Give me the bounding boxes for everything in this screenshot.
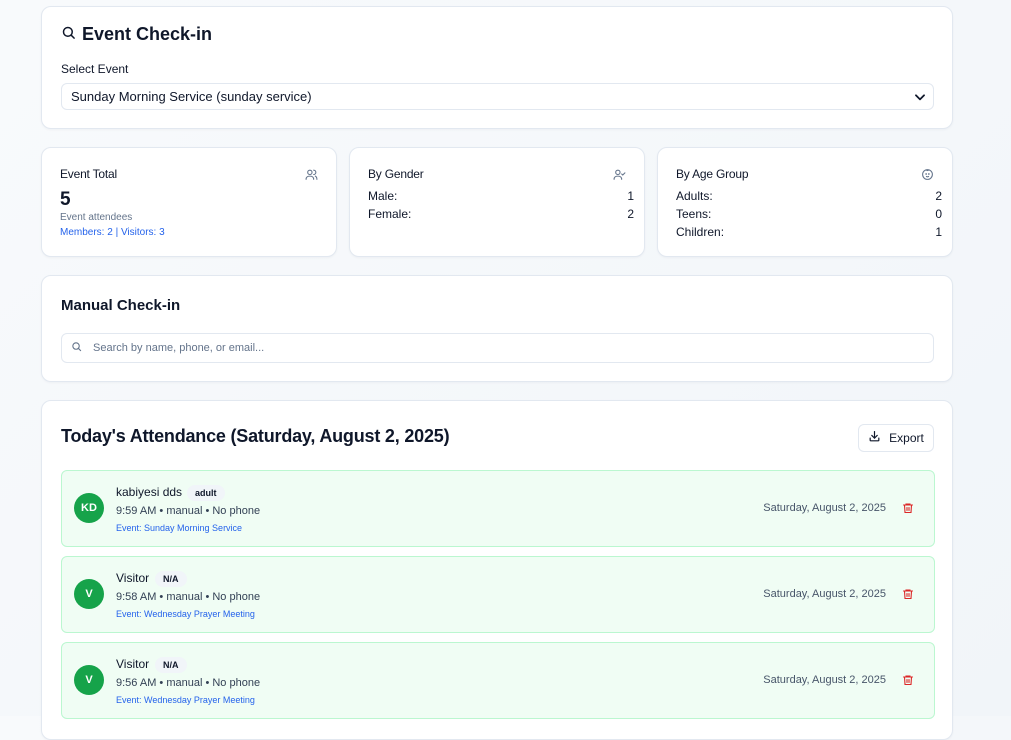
gender-value: 1 [627, 189, 634, 203]
avatar: V [74, 579, 104, 609]
attendee-event: Event: Wednesday Prayer Meeting [116, 609, 255, 619]
gender-value: 2 [627, 207, 634, 221]
avatar: KD [74, 493, 104, 523]
event-checkin-header: Event Check-in [61, 24, 212, 45]
user-check-icon [613, 168, 626, 186]
attendee-event: Event: Sunday Morning Service [116, 523, 243, 533]
gender-row-male: Male: 1 [368, 189, 634, 203]
manual-checkin-title: Manual Check-in [61, 297, 181, 314]
attendance-row: V Visitor N/A 9:56 AM • manual • No phon… [61, 642, 935, 719]
gender-row-female: Female: 2 [368, 207, 634, 221]
attendance-title: Today's Attendance (Saturday, August 2, … [61, 426, 450, 446]
age-badge: N/A [155, 657, 187, 673]
age-row-adults: Adults: 2 [676, 189, 942, 203]
delete-icon[interactable] [902, 673, 914, 691]
age-row-teens: Teens: 0 [676, 207, 942, 221]
delete-icon[interactable] [902, 501, 914, 519]
attendee-meta: 9:58 AM • manual • No phone [116, 591, 261, 603]
event-total-label: Event Total [60, 167, 117, 181]
age-group-card: By Age Group Adults: 2 Teens: 0 Children… [657, 147, 953, 257]
attendee-date: Saturday, August 2, 2025 [763, 502, 886, 514]
age-key: Teens: [676, 207, 712, 221]
attendee-date: Saturday, August 2, 2025 [763, 588, 886, 600]
attendee-date: Saturday, August 2, 2025 [763, 674, 886, 686]
event-total-card: Event Total 5 Event attendees Members: 2… [41, 147, 337, 257]
attendee-name: Visitor [116, 657, 150, 671]
attendee-name: kabiyesi dds [116, 485, 183, 499]
age-badge: adult [187, 485, 225, 501]
attendance-row: KD kabiyesi dds adult 9:59 AM • manual •… [61, 470, 935, 547]
age-group-label: By Age Group [676, 167, 749, 181]
chevron-down-icon [913, 90, 927, 107]
gender-key: Female: [368, 207, 412, 221]
event-total-caption: Event attendees [60, 212, 133, 223]
age-value: 2 [935, 189, 942, 203]
event-total-count: 5 [60, 189, 71, 210]
search-icon [61, 25, 76, 45]
attendee-meta: 9:56 AM • manual • No phone [116, 677, 261, 689]
attendance-card: Today's Attendance (Saturday, August 2, … [41, 400, 953, 740]
gender-label: By Gender [368, 167, 424, 181]
search-field[interactable] [61, 333, 934, 363]
download-icon [868, 430, 881, 446]
gender-card: By Gender Male: 1 Female: 2 [349, 147, 645, 257]
select-event-label: Select Event [61, 62, 129, 76]
avatar: V [74, 665, 104, 695]
export-label: Export [889, 431, 924, 445]
users-icon [305, 168, 318, 186]
attendee-meta: 9:59 AM • manual • No phone [116, 505, 261, 517]
event-select[interactable]: Sunday Morning Service (sunday service) [61, 83, 934, 110]
attendee-event: Event: Wednesday Prayer Meeting [116, 695, 255, 705]
age-badge: N/A [155, 571, 187, 587]
delete-icon[interactable] [902, 587, 914, 605]
age-value: 0 [935, 207, 942, 221]
event-select-value: Sunday Morning Service (sunday service) [71, 89, 312, 104]
age-row-children: Children: 1 [676, 225, 942, 239]
search-icon [71, 339, 82, 357]
age-key: Adults: [676, 189, 713, 203]
page-title: Event Check-in [82, 24, 213, 44]
age-value: 1 [935, 225, 942, 239]
age-key: Children: [676, 225, 725, 239]
members-visitors-breakdown: Members: 2 | Visitors: 3 [60, 227, 165, 238]
gender-key: Male: [368, 189, 398, 203]
attendance-row: V Visitor N/A 9:58 AM • manual • No phon… [61, 556, 935, 633]
event-checkin-card: Event Check-in Select Event Sunday Morni… [41, 6, 953, 129]
baby-icon [921, 168, 934, 186]
manual-checkin-card: Manual Check-in [41, 275, 953, 382]
attendee-name: Visitor [116, 571, 150, 585]
search-input[interactable] [91, 341, 895, 355]
export-button[interactable]: Export [858, 424, 934, 452]
